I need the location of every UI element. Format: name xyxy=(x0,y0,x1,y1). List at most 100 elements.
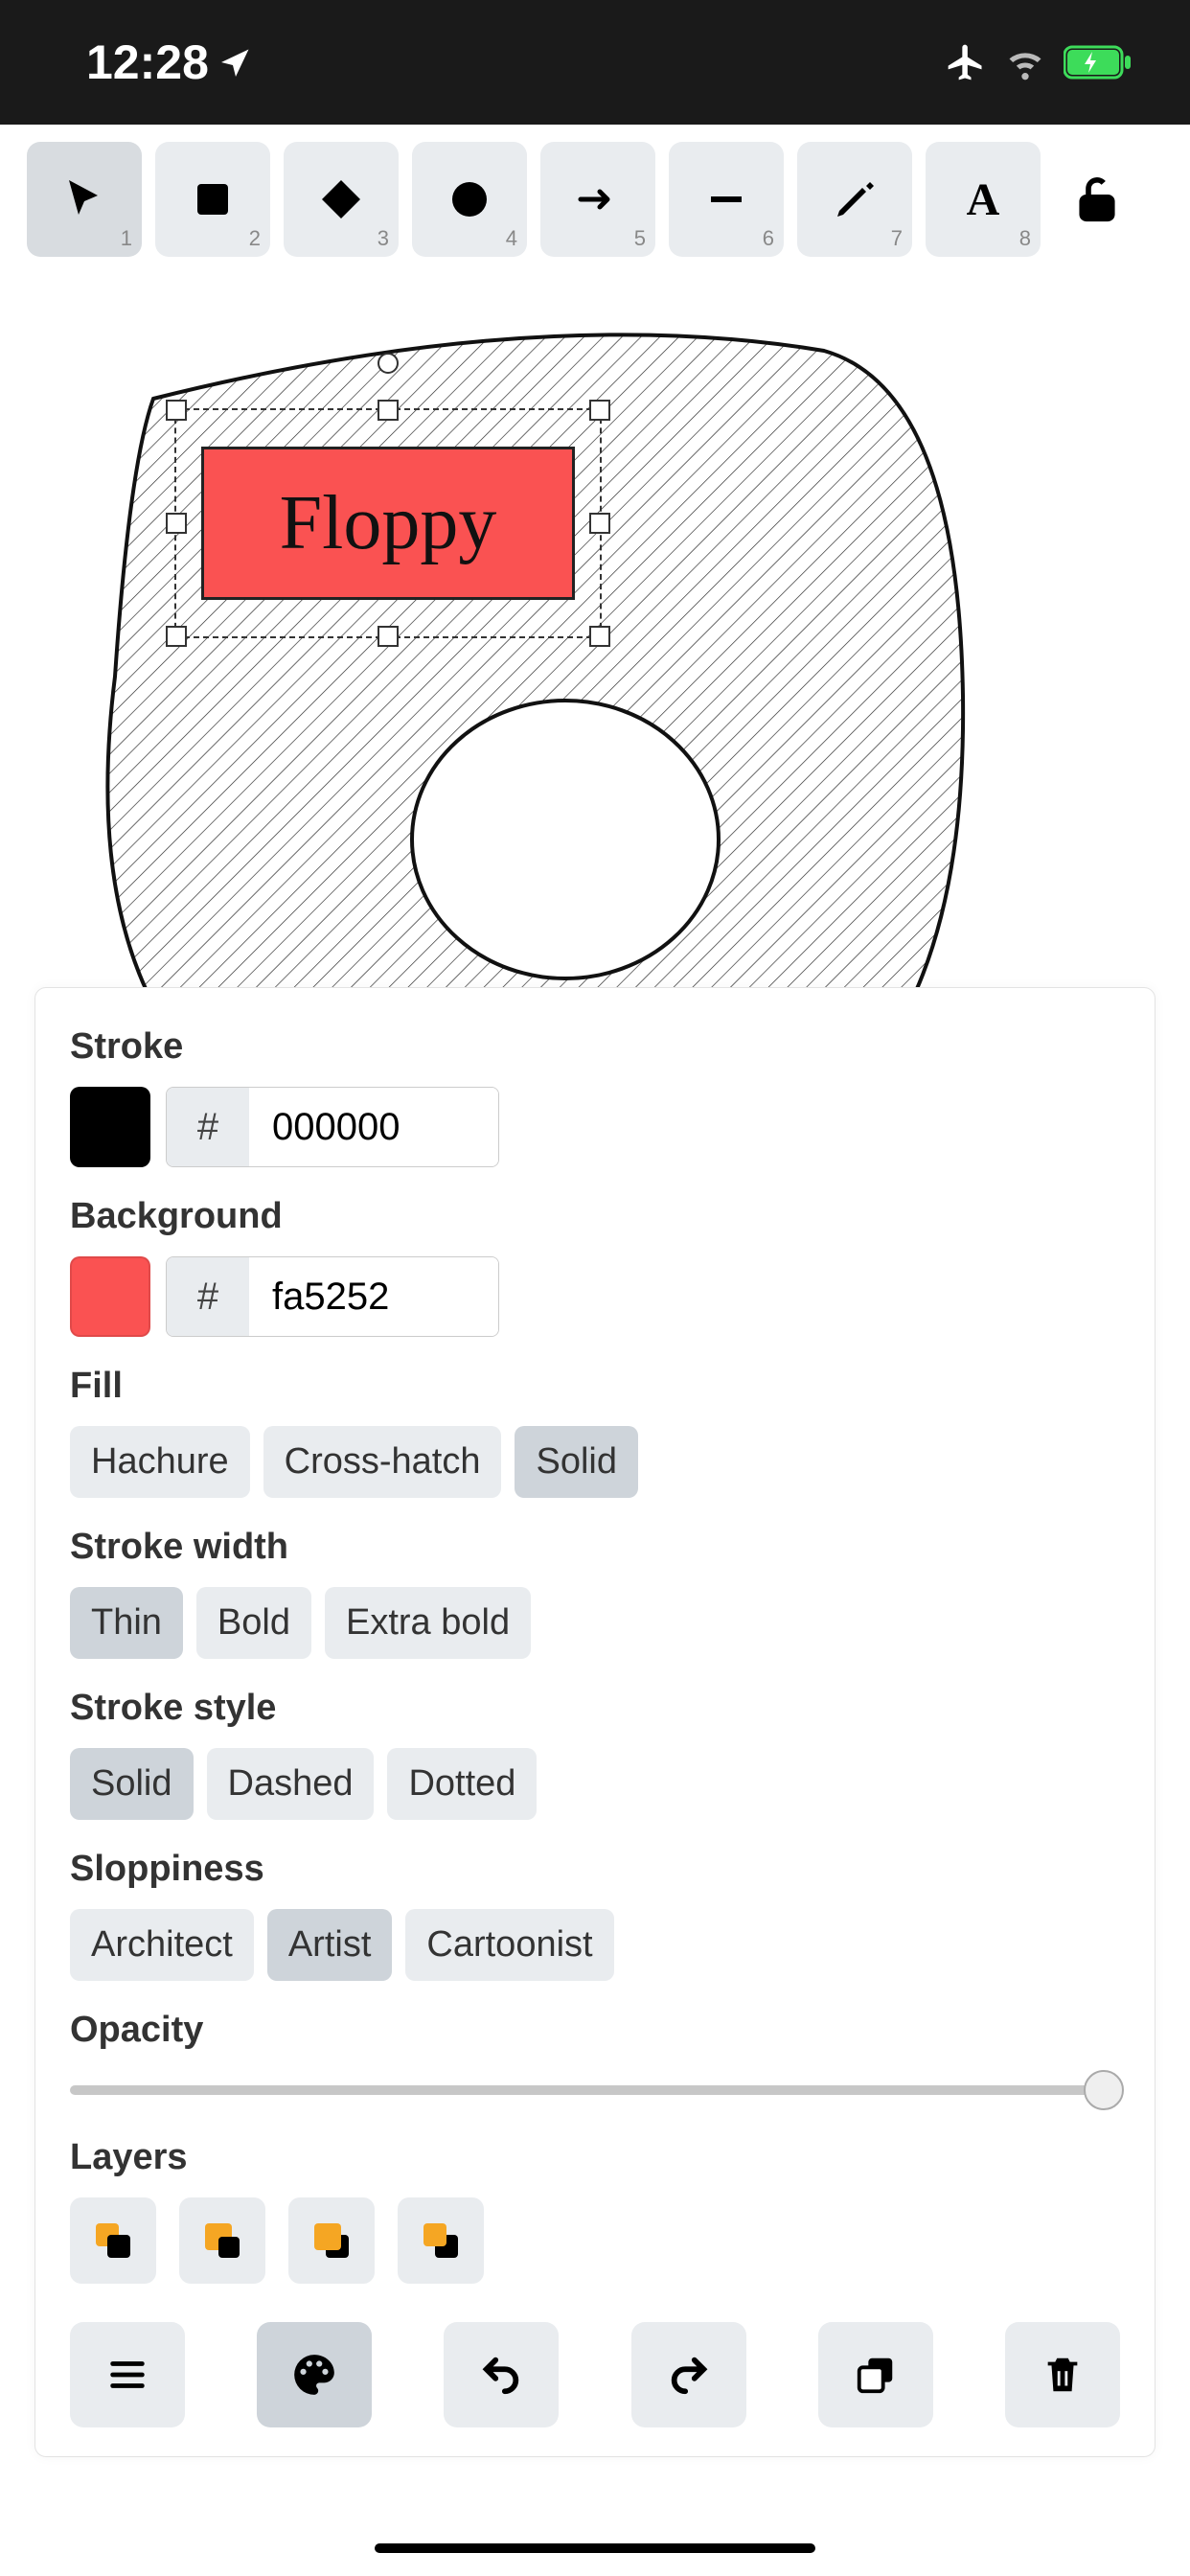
stroke-style-dashed[interactable]: Dashed xyxy=(207,1748,375,1820)
sloppiness-artist[interactable]: Artist xyxy=(267,1909,393,1981)
stroke-style-label: Stroke style xyxy=(70,1688,1120,1729)
opacity-label: Opacity xyxy=(70,2010,1120,2051)
fill-hachure[interactable]: Hachure xyxy=(70,1426,250,1498)
tool-arrow[interactable]: 5 xyxy=(540,142,655,257)
resize-handle-bl[interactable] xyxy=(166,626,187,647)
resize-handle-t[interactable] xyxy=(378,400,399,421)
stroke-style-dotted[interactable]: Dotted xyxy=(387,1748,537,1820)
stroke-swatch[interactable] xyxy=(70,1087,150,1167)
tool-select[interactable]: 1 xyxy=(27,142,142,257)
bring-to-front-button[interactable] xyxy=(398,2197,484,2284)
pencil-icon xyxy=(832,176,878,222)
status-bar: 12:28 xyxy=(0,0,1190,125)
location-icon xyxy=(218,45,253,80)
stroke-width-label: Stroke width xyxy=(70,1527,1120,1568)
text-icon: A xyxy=(967,173,1000,226)
tool-ellipse[interactable]: 4 xyxy=(412,142,527,257)
hash-symbol: # xyxy=(167,1088,249,1166)
undo-button[interactable] xyxy=(444,2322,559,2427)
time-text: 12:28 xyxy=(86,34,209,90)
action-row xyxy=(70,2322,1120,2427)
tool-diamond[interactable]: 3 xyxy=(284,142,399,257)
diamond-icon xyxy=(318,176,364,222)
home-indicator[interactable] xyxy=(375,2543,815,2553)
line-icon xyxy=(703,176,749,222)
canvas[interactable]: Floppy xyxy=(0,274,1190,993)
background-section: Background # xyxy=(70,1196,1120,1337)
sloppiness-architect[interactable]: Architect xyxy=(70,1909,254,1981)
trash-icon xyxy=(1041,2353,1085,2397)
send-backward-icon xyxy=(199,2218,245,2264)
stroke-section: Stroke # xyxy=(70,1026,1120,1167)
tool-number: 7 xyxy=(891,226,903,251)
tool-number: 2 xyxy=(249,226,261,251)
opacity-section: Opacity xyxy=(70,2010,1120,2108)
background-swatch[interactable] xyxy=(70,1256,150,1337)
menu-icon xyxy=(105,2353,149,2397)
resize-handle-r[interactable] xyxy=(589,513,610,534)
tool-line[interactable]: 6 xyxy=(669,142,784,257)
background-label: Background xyxy=(70,1196,1120,1237)
menu-button[interactable] xyxy=(70,2322,185,2427)
layers-section: Layers xyxy=(70,2137,1120,2284)
sloppiness-cartoonist[interactable]: Cartoonist xyxy=(405,1909,613,1981)
square-icon xyxy=(190,176,236,222)
stroke-style-solid[interactable]: Solid xyxy=(70,1748,194,1820)
stroke-style-section: Stroke style Solid Dashed Dotted xyxy=(70,1688,1120,1820)
status-time: 12:28 xyxy=(86,34,253,90)
sloppiness-section: Sloppiness Architect Artist Cartoonist xyxy=(70,1849,1120,1981)
send-backward-button[interactable] xyxy=(179,2197,265,2284)
stroke-width-extra-bold[interactable]: Extra bold xyxy=(325,1587,531,1659)
redo-button[interactable] xyxy=(631,2322,746,2427)
rotate-handle[interactable] xyxy=(378,353,399,374)
resize-handle-br[interactable] xyxy=(589,626,610,647)
bring-to-front-icon xyxy=(418,2218,464,2264)
fill-cross-hatch[interactable]: Cross-hatch xyxy=(263,1426,502,1498)
wifi-icon xyxy=(1004,41,1046,83)
tool-rectangle[interactable]: 2 xyxy=(155,142,270,257)
stroke-hex-input[interactable] xyxy=(249,1088,498,1166)
hash-symbol: # xyxy=(167,1257,249,1336)
selection-box[interactable] xyxy=(174,408,602,638)
tool-draw[interactable]: 7 xyxy=(797,142,912,257)
resize-handle-tr[interactable] xyxy=(589,400,610,421)
fill-label: Fill xyxy=(70,1366,1120,1407)
stroke-label: Stroke xyxy=(70,1026,1120,1068)
tool-number: 8 xyxy=(1019,226,1031,251)
slider-track xyxy=(70,2085,1120,2095)
send-to-back-button[interactable] xyxy=(70,2197,156,2284)
resize-handle-b[interactable] xyxy=(378,626,399,647)
tool-text[interactable]: A 8 xyxy=(926,142,1041,257)
palette-icon xyxy=(290,2351,338,2399)
tool-number: 5 xyxy=(634,226,646,251)
tool-number: 6 xyxy=(763,226,774,251)
toolbar: 1 2 3 4 5 6 7 A 8 xyxy=(0,125,1190,274)
undo-icon xyxy=(479,2353,523,2397)
bring-forward-icon xyxy=(309,2218,355,2264)
duplicate-button[interactable] xyxy=(818,2322,933,2427)
opacity-slider[interactable] xyxy=(70,2070,1120,2108)
slider-thumb[interactable] xyxy=(1084,2070,1124,2110)
status-icons xyxy=(945,41,1133,83)
fill-section: Fill Hachure Cross-hatch Solid xyxy=(70,1366,1120,1498)
stroke-width-bold[interactable]: Bold xyxy=(196,1587,311,1659)
delete-button[interactable] xyxy=(1005,2322,1120,2427)
battery-charging-icon xyxy=(1064,44,1133,80)
properties-panel: Stroke # Background # Fill Hachure Cross… xyxy=(34,987,1156,2457)
palette-button[interactable] xyxy=(257,2322,372,2427)
stroke-width-section: Stroke width Thin Bold Extra bold xyxy=(70,1527,1120,1659)
background-hex-input[interactable] xyxy=(249,1257,498,1336)
send-to-back-icon xyxy=(90,2218,136,2264)
fill-solid[interactable]: Solid xyxy=(515,1426,638,1498)
cursor-icon xyxy=(61,176,107,222)
background-color-input-wrap: # xyxy=(166,1256,499,1337)
duplicate-icon xyxy=(854,2353,898,2397)
sloppiness-label: Sloppiness xyxy=(70,1849,1120,1890)
lock-button[interactable] xyxy=(1064,142,1131,257)
airplane-mode-icon xyxy=(945,41,987,83)
stroke-width-thin[interactable]: Thin xyxy=(70,1587,183,1659)
resize-handle-l[interactable] xyxy=(166,513,187,534)
tool-number: 4 xyxy=(506,226,517,251)
resize-handle-tl[interactable] xyxy=(166,400,187,421)
bring-forward-button[interactable] xyxy=(288,2197,375,2284)
